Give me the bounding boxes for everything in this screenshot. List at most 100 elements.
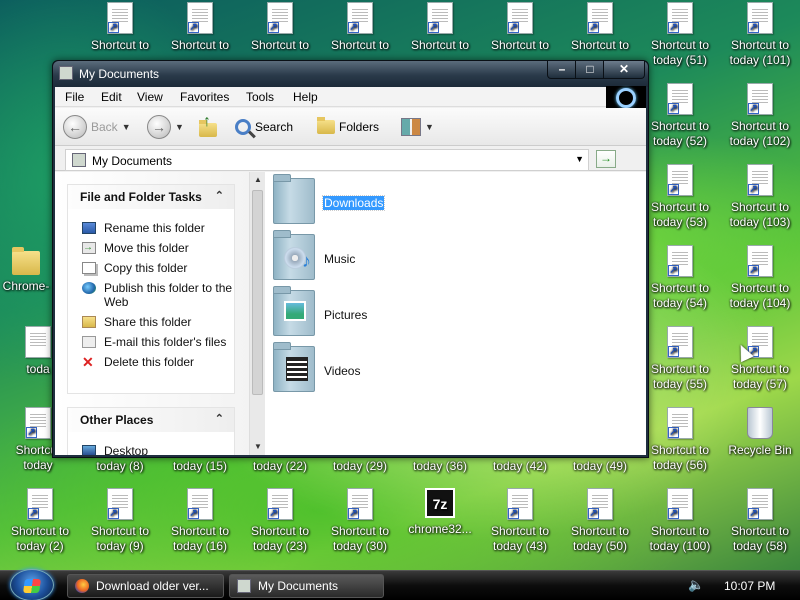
views-button[interactable]: ▼ [401,114,434,140]
task-move-folder[interactable]: → Move this folder [68,241,234,255]
shortcut-document-icon: ↗ [747,2,773,34]
go-button[interactable]: → [596,150,616,168]
icon-label: today (22) [252,459,308,473]
chevron-down-icon[interactable]: ▼ [575,154,584,164]
clock[interactable]: 10:07 PM [724,579,775,593]
desktop-shortcut-icon[interactable]: ↗ Shortcut to today (16) [160,486,240,566]
shortcut-document-icon: ↗ [587,2,613,34]
task-delete-folder[interactable]: ✕ Delete this folder [68,355,234,369]
task-share-folder[interactable]: Share this folder [68,315,234,329]
task-pane-scrollbar[interactable]: ▲ ▼ [249,172,265,455]
collapse-icon[interactable]: ⌃ [215,412,224,425]
shortcut-document-icon [25,326,51,358]
icon-label: Shortcut to [250,524,310,538]
toolbar: ← Back ▼ → ▼ Search Folders ▼ [55,108,646,146]
task-label: Copy this folder [104,261,188,275]
file-folder-tasks-header[interactable]: File and Folder Tasks ⌃ [68,185,234,209]
folder-item-music[interactable]: ♪ Music [273,230,493,286]
icon-label: Shortcut to [490,38,550,52]
menu-tools[interactable]: Tools [246,90,274,104]
chevron-down-icon: ▼ [121,122,131,132]
scroll-thumb[interactable] [252,190,263,395]
task-rename-folder[interactable]: Rename this folder [68,221,234,235]
desktop-recycle-bin[interactable]: Recycle Bin [720,405,800,485]
desktop-shortcut-icon[interactable]: ↗ Shortcut to today (103) [720,162,800,242]
shortcut-document-icon: ↗ [25,407,51,439]
copy-icon [82,262,96,274]
other-places-header[interactable]: Other Places ⌃ [68,408,234,432]
desktop-shortcut-icon[interactable]: ↗ Shortcut to today (30) [320,486,400,566]
task-label: Delete this folder [104,355,195,369]
desktop-7zip-file[interactable]: 7z chrome32... [400,486,480,566]
desktop-shortcut-icon[interactable]: ↗ Shortcut to today (52) [640,81,720,161]
desktop-shortcut-icon[interactable]: ↗ Shortcut to today (53) [640,162,720,242]
desktop-shortcut-icon[interactable]: ↗ Shortcut to today (100) [640,486,720,566]
place-desktop[interactable]: Desktop [68,444,234,455]
7z-icon: 7z [425,488,455,518]
folder-item-videos[interactable]: Videos [273,342,493,398]
taskbar-button-firefox[interactable]: Download older ver... [67,574,224,598]
my-documents-icon [72,153,86,167]
speaker-icon[interactable]: 🔈 [688,577,704,593]
desktop-shortcut-icon[interactable]: ↗ Shortcut to today (104) [720,243,800,323]
desktop-shortcut-icon[interactable]: ↗ Shortcut to today (58) [720,486,800,566]
panel-title: Other Places [80,413,154,427]
forward-button[interactable]: → ▼ [147,114,184,140]
up-folder-button[interactable] [197,113,219,140]
task-email-files[interactable]: E-mail this folder's files [68,335,234,349]
folders-button[interactable]: Folders [317,114,379,140]
menu-favorites[interactable]: Favorites [180,90,229,104]
icon-label: Shortcut to [330,524,390,538]
task-copy-folder[interactable]: Copy this folder [68,261,234,275]
desktop-shortcut-icon[interactable]: ↗ Shortcut to today (57) [720,324,800,404]
icon-label: today (15) [172,459,228,473]
desktop-shortcut-icon[interactable]: ↗ Shortcut to today (9) [80,486,160,566]
menu-file[interactable]: File [65,90,84,104]
folder-item-downloads[interactable]: Downloads [273,174,493,230]
window-titlebar[interactable]: My Documents – □ ✕ [53,61,648,87]
maximize-button[interactable]: □ [575,61,605,79]
minimize-button[interactable]: – [547,61,577,79]
icon-label: Shortcut to [650,119,710,133]
desktop-shortcut-icon[interactable]: ↗ Shortcut to today (23) [240,486,320,566]
search-label: Search [255,120,294,134]
icon-label: Shortcut to [10,524,70,538]
menu-edit[interactable]: Edit [101,90,122,104]
desktop-shortcut-icon[interactable]: ↗ Shortcut to today (50) [560,486,640,566]
desktop-shortcut-icon[interactable]: ↗ Shortcut to today (102) [720,81,800,161]
desktop-shortcut-icon[interactable]: ↗ Shortcut to today (56) [640,405,720,485]
icon-label: today (50) [572,539,628,553]
address-input[interactable]: My Documents ▼ [65,149,589,171]
taskbar-button-label: Download older ver... [96,579,209,593]
search-button[interactable]: Search [235,114,293,140]
task-publish-web[interactable]: Publish this folder to the Web [68,281,234,309]
back-button[interactable]: ← Back ▼ [63,114,131,140]
close-button[interactable]: ✕ [603,61,645,79]
desktop-shortcut-icon[interactable]: ↗ Shortcut to today (55) [640,324,720,404]
menu-view[interactable]: View [137,90,163,104]
icon-label: Shortcut to [650,362,710,376]
icon-label: today (9) [96,539,144,553]
desktop-shortcut-icon[interactable]: ↗ Shortcut to today (43) [480,486,560,566]
icon-label: Shortcut to [650,281,710,295]
icon-label: Shortcut to [650,524,710,538]
folder-item-pictures[interactable]: Pictures [273,286,493,342]
icon-label: today (58) [732,539,788,553]
collapse-icon[interactable]: ⌃ [215,189,224,202]
desktop-icon [82,445,96,455]
windows-start-icon[interactable] [10,569,54,600]
search-icon [235,119,251,135]
desktop-shortcut-icon[interactable]: ↗ Shortcut to today (2) [0,486,80,566]
scroll-down-icon[interactable]: ▼ [251,440,265,454]
system-tray: 🔈 10:07 PM [680,571,800,600]
scroll-up-icon[interactable]: ▲ [251,173,265,187]
desktop-shortcut-icon[interactable]: ↗ Shortcut to today (101) [720,0,800,80]
explorer-window[interactable]: My Documents – □ ✕ File Edit View Favori… [52,60,754,458]
desktop-shortcut-icon[interactable]: ↗ Shortcut to today (51) [640,0,720,80]
menu-help[interactable]: Help [293,90,318,104]
icon-label: today (42) [492,459,548,473]
icon-label: Shortcut to [730,524,790,538]
taskbar: Download older ver... My Documents 🔈 10:… [0,569,800,600]
desktop-shortcut-icon[interactable]: ↗ Shortcut to today (54) [640,243,720,323]
taskbar-button-my-documents[interactable]: My Documents [229,574,384,598]
